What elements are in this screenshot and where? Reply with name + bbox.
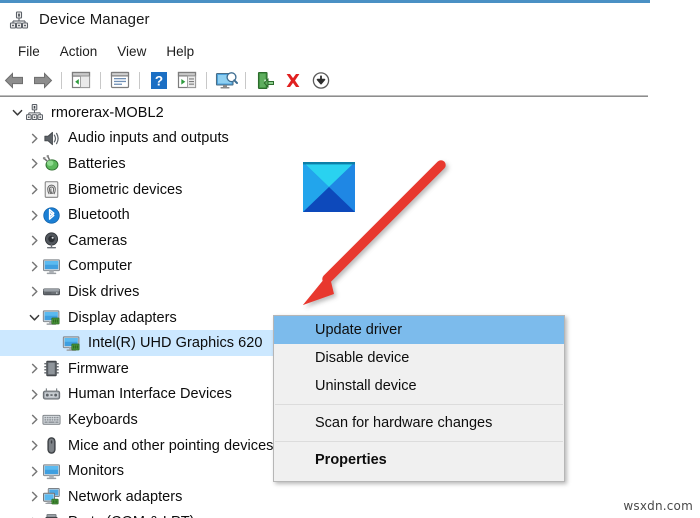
window-title: Device Manager xyxy=(39,11,150,28)
context-menu-separator-2 xyxy=(275,441,563,442)
bluetooth-icon xyxy=(42,206,61,225)
menu-file[interactable]: File xyxy=(9,41,49,62)
context-menu-item-properties[interactable]: Properties xyxy=(274,446,564,474)
tree-item-label: Cameras xyxy=(68,232,128,249)
tree-root-label: rmorerax-MOBL2 xyxy=(51,104,164,121)
tree-item-computer[interactable]: Computer xyxy=(0,254,650,280)
chevron-right-icon[interactable] xyxy=(27,438,42,453)
tree-item-label: Disk drives xyxy=(68,283,140,300)
tree-item-label: Batteries xyxy=(68,155,126,172)
menu-action[interactable]: Action xyxy=(51,41,107,62)
properties-button[interactable] xyxy=(107,68,133,92)
port-icon xyxy=(42,513,61,518)
tree-item-label: Computer xyxy=(68,258,133,275)
context-menu-item-uninstall-device[interactable]: Uninstall device xyxy=(274,372,564,400)
tree-item-disk-drives[interactable]: Disk drives xyxy=(0,279,650,305)
tree-item-label: Keyboards xyxy=(68,411,138,428)
tree-item-cameras[interactable]: Cameras xyxy=(0,228,650,254)
chevron-right-icon[interactable] xyxy=(27,387,42,402)
context-menu-item-update-driver[interactable]: Update driver xyxy=(274,316,564,344)
network-adapter-icon xyxy=(42,487,61,506)
toolbar-separator-3 xyxy=(139,71,140,89)
tree-item-label: Ports (COM & LPT) xyxy=(68,514,195,518)
computer-root-icon xyxy=(25,103,44,122)
toolbar-separator-2 xyxy=(100,71,101,89)
tree-item-label: Intel(R) UHD Graphics 620 xyxy=(88,335,263,352)
update-driver-button[interactable] xyxy=(252,68,278,92)
toolbar-bottom-border xyxy=(0,95,648,97)
show-hide-console-tree-button[interactable] xyxy=(68,68,94,92)
toolbar-separator-1 xyxy=(61,71,62,89)
toolbar-separator-5 xyxy=(245,71,246,89)
display-adapter-icon xyxy=(42,308,61,327)
chevron-right-icon[interactable] xyxy=(27,208,42,223)
device-manager-window: Device Manager File Action View Help ? r… xyxy=(0,0,700,518)
forward-button[interactable] xyxy=(29,68,55,92)
tree-item-label: Human Interface Devices xyxy=(68,386,232,403)
back-button[interactable] xyxy=(1,68,27,92)
chevron-right-icon[interactable] xyxy=(27,361,42,376)
menu-view[interactable]: View xyxy=(108,41,155,62)
tree-root-node[interactable]: rmorerax-MOBL2 xyxy=(0,100,650,126)
speaker-icon xyxy=(42,129,61,148)
chevron-right-icon[interactable] xyxy=(27,131,42,146)
camera-icon xyxy=(42,231,61,250)
scan-hardware-changes-button[interactable] xyxy=(213,68,239,92)
tree-item-label: Monitors xyxy=(68,463,124,480)
chevron-right-icon[interactable] xyxy=(27,489,42,504)
tree-item-label: Biometric devices xyxy=(68,181,183,198)
fingerprint-icon xyxy=(42,180,61,199)
tree-item-label: Bluetooth xyxy=(68,207,130,224)
uninstall-device-button[interactable] xyxy=(280,68,306,92)
chevron-right-icon[interactable] xyxy=(27,412,42,427)
tree-item-label: Display adapters xyxy=(68,309,177,326)
tree-item-label: Audio inputs and outputs xyxy=(68,130,229,147)
monitor-icon xyxy=(42,257,61,276)
display-adapter-icon xyxy=(62,334,81,353)
disable-device-button[interactable] xyxy=(308,68,334,92)
battery-icon xyxy=(42,154,61,173)
blue-x-logo xyxy=(303,162,355,212)
menu-bar: File Action View Help xyxy=(0,38,650,64)
mouse-icon xyxy=(42,436,61,455)
tree-item-label: Mice and other pointing devices xyxy=(68,437,274,454)
svg-text:?: ? xyxy=(155,73,163,88)
keyboard-icon xyxy=(42,410,61,429)
action-panel-button[interactable] xyxy=(174,68,200,92)
tree-item-label: Firmware xyxy=(68,360,129,377)
chevron-down-icon[interactable] xyxy=(27,310,42,325)
chevron-right-icon[interactable] xyxy=(27,182,42,197)
menu-help[interactable]: Help xyxy=(157,41,203,62)
site-watermark: wsxdn.com xyxy=(623,499,693,513)
context-menu-item-scan-for-hardware-changes[interactable]: Scan for hardware changes xyxy=(274,409,564,437)
context-menu-item-disable-device[interactable]: Disable device xyxy=(274,344,564,372)
chevron-right-icon[interactable] xyxy=(27,156,42,171)
title-bar: Device Manager xyxy=(0,3,650,36)
toolbar-separator-4 xyxy=(206,71,207,89)
tree-item-audio-inputs-and-outputs[interactable]: Audio inputs and outputs xyxy=(0,126,650,152)
tree-item-ports-com-and-lpt[interactable]: Ports (COM & LPT) xyxy=(0,510,650,518)
device-manager-icon xyxy=(9,10,29,30)
context-menu[interactable]: Update driver Disable device Uninstall d… xyxy=(273,315,565,482)
chevron-right-icon[interactable] xyxy=(27,233,42,248)
toolbar: ? xyxy=(0,65,650,95)
chevron-right-icon[interactable] xyxy=(27,464,42,479)
firmware-chip-icon xyxy=(42,359,61,378)
help-button[interactable]: ? xyxy=(146,68,172,92)
hid-icon xyxy=(42,385,61,404)
disk-drive-icon xyxy=(42,282,61,301)
monitor-icon xyxy=(42,462,61,481)
context-menu-separator-1 xyxy=(275,404,563,405)
tree-item-label: Network adapters xyxy=(68,488,183,505)
tree-item-network-adapters[interactable]: Network adapters xyxy=(0,484,650,510)
chevron-right-icon[interactable] xyxy=(27,259,42,274)
chevron-right-icon[interactable] xyxy=(27,284,42,299)
chevron-down-icon[interactable] xyxy=(10,105,25,120)
